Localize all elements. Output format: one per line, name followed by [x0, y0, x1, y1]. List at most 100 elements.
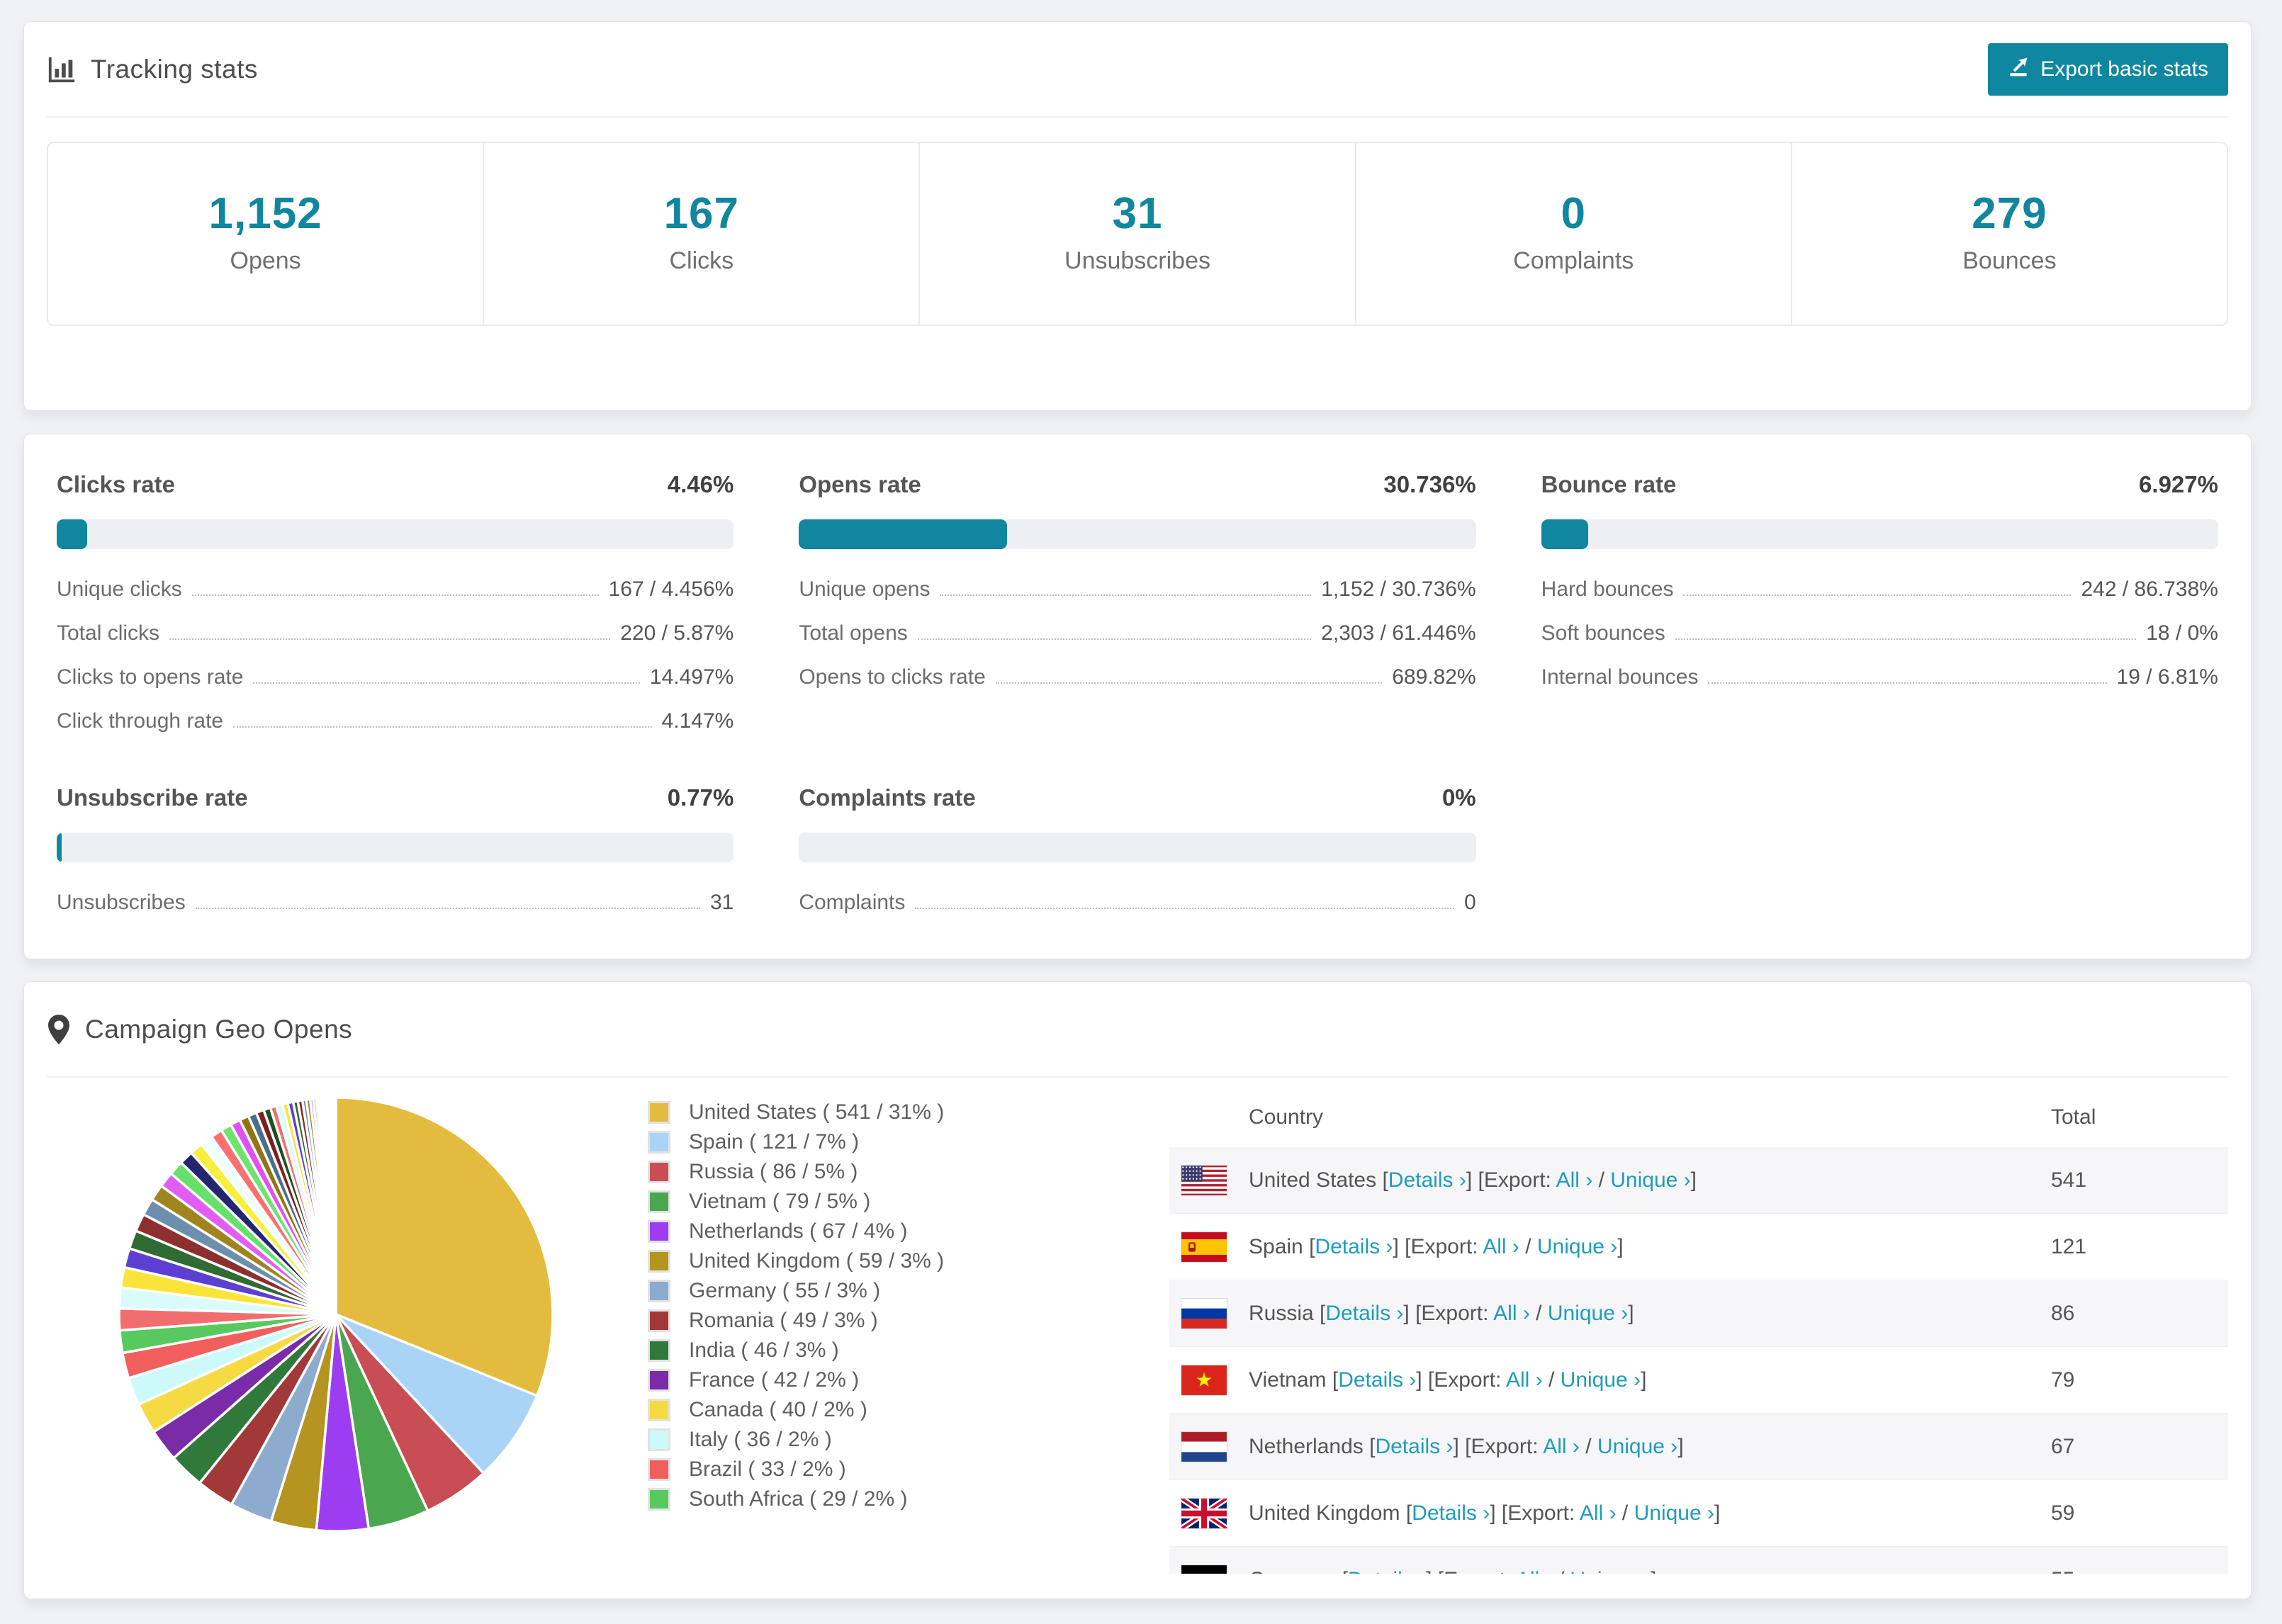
stat-label: Unsubscribes [1064, 247, 1210, 274]
legend-swatch [648, 1101, 670, 1124]
section-title: Campaign Geo Opens [85, 1014, 353, 1044]
rate-panel-value: 6.927% [2139, 471, 2218, 497]
es-flag-icon [1181, 1231, 1227, 1263]
dotted-leader [233, 726, 652, 728]
details-link[interactable]: Details › [1375, 1435, 1453, 1458]
export-unique-link[interactable]: Unique › [1597, 1435, 1677, 1458]
export-all-link[interactable]: All › [1580, 1501, 1617, 1525]
export-basic-stats-button[interactable]: Export basic stats [1988, 43, 2228, 96]
dotted-leader [1683, 594, 2072, 596]
geo-header: Campaign Geo Opens [47, 982, 2228, 1078]
geo-title-wrap: Campaign Geo Opens [47, 1014, 352, 1045]
dotted-leader [915, 908, 1454, 909]
export-all-link[interactable]: All › [1483, 1235, 1519, 1258]
export-unique-link[interactable]: Unique › [1537, 1235, 1617, 1258]
tracking-stats-card: Tracking stats Export basic stats 1,152 … [23, 21, 2252, 411]
export-unique-link[interactable]: Unique › [1634, 1501, 1714, 1525]
metric-row: Total opens 2,303 / 61.446% [799, 621, 1476, 645]
dotted-leader [940, 594, 1312, 596]
stat-label: Bounces [1962, 247, 2057, 274]
map-pin-icon [47, 1014, 71, 1045]
export-all-link[interactable]: All › [1543, 1435, 1580, 1458]
legend-item: France ( 42 / 2% ) [648, 1365, 1144, 1395]
legend-swatch [648, 1190, 670, 1213]
legend-label: United Kingdom ( 59 / 3% ) [689, 1249, 945, 1273]
rate-panel-head: Clicks rate 4.46% [57, 471, 734, 498]
table-row: United States [Details ›] [Export: All ›… [1169, 1147, 2228, 1214]
table-row: Vietnam [Details ›] [Export: All › / Uni… [1169, 1347, 2228, 1414]
pie-slice[interactable] [334, 1096, 337, 1316]
vn-flag-icon [1181, 1364, 1227, 1396]
metric-row: Total clicks 220 / 5.87% [57, 621, 734, 645]
metric-value: 2,303 / 61.446% [1321, 621, 1476, 645]
rate-panel-value: 0% [1441, 784, 1476, 811]
geo-legend: United States ( 541 / 31% ) Spain ( 121 … [648, 1088, 1144, 1514]
metric-row: Unsubscribes 31 [57, 891, 734, 915]
stats-row: 1,152 Opens 167 Clicks 31 Unsubscribes 0… [47, 142, 2228, 326]
details-link[interactable]: Details › [1348, 1568, 1426, 1574]
progress-track [799, 519, 1476, 549]
metric-label: Total clicks [57, 621, 160, 645]
legend-swatch [648, 1488, 670, 1511]
metric-rows: Hard bounces 242 / 86.738% Soft bounces … [1541, 577, 2218, 689]
export-all-link[interactable]: All › [1506, 1368, 1543, 1392]
export-unique-link[interactable]: Unique › [1548, 1302, 1628, 1325]
country-name: United States [1249, 1168, 1377, 1192]
total-cell: 79 [2051, 1368, 2075, 1392]
metric-value: 31 [709, 891, 734, 914]
export-unique-link[interactable]: Unique › [1610, 1168, 1690, 1192]
details-link[interactable]: Details › [1325, 1302, 1403, 1325]
export-all-link[interactable]: All › [1493, 1302, 1530, 1325]
legend-swatch [648, 1428, 670, 1451]
rate-panel: Clicks rate 4.46% Unique clicks 167 / 4.… [57, 471, 734, 733]
stat-value: 31 [1112, 189, 1163, 238]
total-cell: 541 [2051, 1168, 2087, 1192]
page-title: Tracking stats [91, 54, 258, 84]
country-cell: United States [Details ›] [Export: All ›… [1249, 1168, 1697, 1192]
de-flag-icon [1181, 1564, 1227, 1574]
metric-rows: Complaints 0 [799, 891, 1476, 915]
country-cell: Russia [Details ›] [Export: All › / Uniq… [1249, 1301, 1634, 1325]
country-name: Spain [1249, 1234, 1303, 1258]
details-link[interactable]: Details › [1315, 1235, 1393, 1258]
legend-item: Spain ( 121 / 7% ) [648, 1127, 1144, 1157]
legend-swatch [648, 1250, 670, 1273]
country-name: Netherlands [1249, 1434, 1364, 1458]
stat-box: 279 Bounces [1790, 143, 2227, 325]
campaign-geo-opens-card: Campaign Geo Opens United States ( 541 /… [23, 981, 2252, 1599]
bar-chart-icon [47, 55, 77, 84]
metric-value: 689.82% [1392, 665, 1476, 689]
table-row: Germany [Details ›] [Export: All › / Uni… [1169, 1547, 2228, 1574]
metric-label: Unique clicks [57, 577, 182, 601]
details-link[interactable]: Details › [1388, 1168, 1466, 1192]
legend-item: United Kingdom ( 59 / 3% ) [648, 1246, 1144, 1276]
metric-label: Clicks to opens rate [57, 665, 244, 689]
country-name: Vietnam [1249, 1368, 1327, 1392]
metric-label: Internal bounces [1541, 665, 1699, 689]
us-flag-icon [1181, 1164, 1227, 1196]
stat-value: 279 [1972, 189, 2047, 238]
geo-content: United States ( 541 / 31% ) Spain ( 121 … [24, 1078, 2251, 1574]
metric-rows: Unsubscribes 31 [57, 891, 734, 915]
details-link[interactable]: Details › [1412, 1501, 1490, 1525]
metric-label: Hard bounces [1541, 577, 1674, 601]
country-cell: Vietnam [Details ›] [Export: All › / Uni… [1249, 1368, 1647, 1392]
legend-swatch [648, 1161, 670, 1183]
geo-table: Country Total United States [Details ›] … [1169, 1088, 2228, 1574]
export-all-link[interactable]: All › [1556, 1168, 1593, 1192]
country-column-header: Country [1249, 1105, 1324, 1129]
rate-panel-head: Complaints rate 0% [799, 784, 1476, 811]
export-unique-link[interactable]: Unique › [1570, 1568, 1651, 1574]
dotted-leader [1675, 638, 2137, 640]
progress-fill [57, 833, 62, 862]
legend-swatch [648, 1458, 670, 1481]
rates-card: Clicks rate 4.46% Unique clicks 167 / 4.… [23, 434, 2252, 959]
metric-value: 4.147% [661, 709, 734, 733]
total-cell: 121 [2051, 1234, 2087, 1258]
metric-label: Unique opens [799, 577, 931, 601]
legend-label: Germany ( 55 / 3% ) [689, 1279, 881, 1302]
export-unique-link[interactable]: Unique › [1561, 1368, 1641, 1392]
export-all-link[interactable]: All › [1516, 1568, 1553, 1574]
legend-label: Brazil ( 33 / 2% ) [689, 1457, 846, 1481]
details-link[interactable]: Details › [1338, 1368, 1416, 1392]
